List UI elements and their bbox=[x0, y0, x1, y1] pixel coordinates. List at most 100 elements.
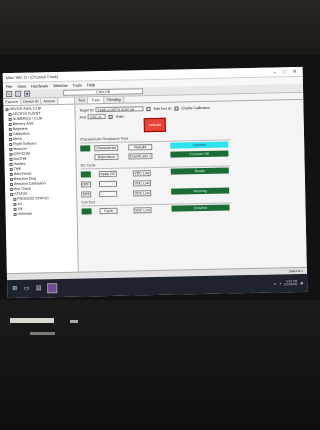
expand-icon[interactable] bbox=[5, 107, 9, 111]
expand-icon[interactable] bbox=[13, 212, 17, 216]
port-row: Port CAN 1/4 Ratio bbox=[80, 114, 125, 120]
enable-calibration-label: Enable Calibration bbox=[181, 105, 211, 110]
tree-item[interactable]: Unknown bbox=[8, 211, 75, 217]
menu-window[interactable]: Window bbox=[53, 83, 67, 88]
tree-item-label: Memory Addr bbox=[12, 121, 34, 126]
tab-access[interactable]: Access bbox=[41, 98, 58, 105]
rebuild-button[interactable]: Rebuild bbox=[128, 144, 153, 151]
clock[interactable]: 9:43 PM 5/19/2020 bbox=[284, 279, 298, 287]
tree-item-label: NUMERICS / CLIB bbox=[12, 116, 43, 121]
tree-item-label: GSP/COM bbox=[13, 151, 30, 156]
tree-item-label: Hard Reset bbox=[13, 171, 32, 176]
vdc-button-2[interactable]: VDC Low bbox=[133, 190, 152, 197]
tree-item-label: Measure bbox=[13, 146, 27, 151]
enable-calibration-checkbox[interactable] bbox=[174, 105, 179, 111]
tree-item-label: ACCESS CLIENT bbox=[12, 111, 41, 116]
status-text: Data Init 1 bbox=[289, 268, 303, 274]
config-panel: Tool Tools Trending Target ID CARD on WP… bbox=[75, 92, 307, 279]
expand-icon[interactable] bbox=[10, 187, 14, 191]
notification-icon[interactable]: ▣ bbox=[300, 281, 303, 285]
expand-icon[interactable] bbox=[8, 117, 12, 121]
edit-tool-checkbox[interactable] bbox=[146, 106, 151, 111]
tree-item-label: Mech bbox=[13, 136, 22, 141]
status-connect-ok: Connect: OK bbox=[170, 150, 229, 158]
vdc-low-button[interactable]: VDC Low bbox=[132, 170, 151, 177]
tab-tools[interactable]: Tools bbox=[88, 97, 104, 104]
apply-dc-button[interactable]: Apply DC bbox=[98, 170, 117, 178]
cycle-button[interactable]: Cycle bbox=[99, 207, 118, 215]
open-icon[interactable]: ▭ bbox=[6, 90, 13, 98]
expand-icon[interactable] bbox=[13, 197, 17, 201]
target-row: Target ID CARD on WPTD SCHP Init Edit To… bbox=[79, 105, 210, 113]
tab-tool[interactable]: Tool bbox=[75, 97, 89, 104]
tree-item-label: Flight Software bbox=[13, 141, 37, 146]
minimize-button[interactable]: – bbox=[270, 69, 280, 75]
expand-icon[interactable] bbox=[8, 122, 12, 126]
expand-icon[interactable] bbox=[10, 192, 14, 196]
monitor-top-bezel bbox=[0, 0, 320, 60]
expand-icon[interactable] bbox=[9, 157, 13, 161]
coil-vdc-button[interactable]: VDC Low bbox=[133, 207, 152, 214]
tree-item-label: Unknown bbox=[17, 211, 33, 216]
reproduce-button[interactable]: Reproduce bbox=[94, 153, 119, 161]
menu-view[interactable]: View bbox=[17, 84, 26, 89]
resistance-indicator bbox=[80, 145, 91, 152]
menu-help[interactable]: Help bbox=[87, 82, 95, 87]
activate-comm-button[interactable]: Activate Comm bbox=[143, 117, 166, 139]
vdc-button-1[interactable]: VDC Low bbox=[132, 180, 152, 187]
volume-icon[interactable]: ◂ bbox=[279, 281, 281, 285]
screen: Main Win O - [Channel Fnwk] – □ ✕ File V… bbox=[2, 66, 308, 299]
expand-icon[interactable] bbox=[9, 182, 14, 186]
tree-item-label: DEVICE ANAL CLIB bbox=[9, 106, 42, 112]
expand-icon[interactable] bbox=[9, 177, 13, 181]
expand-icon[interactable] bbox=[9, 137, 13, 141]
expand-icon[interactable] bbox=[13, 207, 17, 211]
count-lane-button[interactable]: Count/Lane 1 bbox=[128, 153, 153, 160]
coil-indicator bbox=[81, 208, 92, 215]
tab-trending[interactable]: Trending bbox=[103, 96, 125, 104]
close-button[interactable]: ✕ bbox=[290, 68, 300, 75]
off-button-2[interactable]: OFF bbox=[81, 191, 92, 198]
expand-icon[interactable] bbox=[8, 127, 12, 131]
dc-indicator bbox=[80, 171, 91, 178]
expand-icon[interactable] bbox=[8, 112, 12, 116]
light-reflection bbox=[10, 318, 54, 323]
expand-icon[interactable] bbox=[9, 147, 13, 151]
tree-item-label: STATUS bbox=[14, 191, 28, 196]
tab-device-id[interactable]: Device ID bbox=[21, 98, 42, 105]
expand-icon[interactable] bbox=[8, 132, 12, 136]
target-select[interactable]: CARD on WPTD SCHP Init bbox=[95, 106, 144, 113]
maximize-button[interactable]: □ bbox=[280, 69, 290, 75]
menu-file[interactable]: File bbox=[6, 84, 13, 89]
system-tray: ▲ ◂ 9:43 PM 5/19/2020 ▣ bbox=[273, 279, 303, 287]
expand-icon[interactable] bbox=[9, 152, 13, 156]
menu-tools[interactable]: Tools bbox=[73, 83, 82, 88]
windows-start-icon[interactable]: ⊞ bbox=[11, 285, 18, 292]
ratio-checkbox[interactable] bbox=[108, 114, 114, 119]
tree-item-label: Reaction Diag bbox=[13, 176, 36, 181]
menu-hardware[interactable]: Hardware bbox=[31, 83, 48, 88]
expand-icon[interactable] bbox=[13, 202, 17, 206]
characterise-button[interactable]: Characterise bbox=[94, 144, 119, 152]
expand-icon[interactable] bbox=[9, 167, 13, 171]
dc-input-1[interactable] bbox=[98, 180, 118, 188]
tree-item-label: Reaction Calibration bbox=[13, 181, 46, 186]
dc-input-2[interactable] bbox=[99, 190, 118, 198]
network-icon[interactable]: ▲ bbox=[273, 281, 276, 285]
save-icon[interactable]: ▪ bbox=[15, 90, 22, 97]
task-view-icon[interactable]: ▭ bbox=[23, 285, 30, 292]
port-select[interactable]: CAN 1/4 bbox=[87, 114, 107, 120]
tab-explorer[interactable]: Explorer bbox=[3, 98, 22, 106]
off-button-1[interactable]: OFF bbox=[80, 181, 92, 188]
file-explorer-icon[interactable]: ▤ bbox=[35, 285, 42, 292]
port-label: Port bbox=[79, 114, 87, 120]
tree-item-label: Calibration bbox=[12, 131, 30, 136]
connect-icon[interactable]: ◆ bbox=[24, 90, 31, 97]
toolbar-channel-field[interactable]: CAN LIB bbox=[63, 88, 144, 96]
expand-icon[interactable] bbox=[9, 172, 13, 176]
light-reflection-small bbox=[70, 320, 78, 323]
expand-icon[interactable] bbox=[9, 162, 13, 166]
expand-icon[interactable] bbox=[9, 142, 13, 146]
running-app-icon[interactable] bbox=[47, 283, 58, 294]
tree-item-label: BusTriM bbox=[13, 156, 27, 161]
